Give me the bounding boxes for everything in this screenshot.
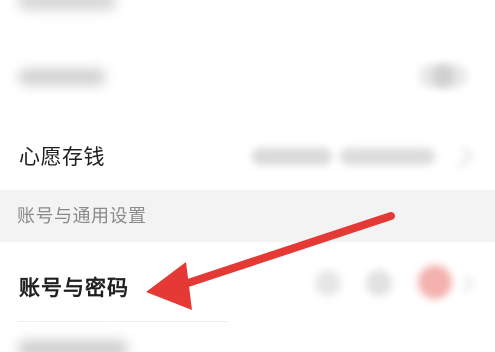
toggle-thumb [432,65,454,87]
blurred-badge-1 [315,270,341,296]
settings-item-blurred-toggle[interactable] [0,40,495,116]
section-header-account: 账号与通用设置 [0,190,495,242]
account-password-label: 账号与密码 [19,276,129,300]
settings-item-wish-saving[interactable]: 心愿存钱 [0,114,495,190]
wish-saving-value-2 [340,148,435,165]
chevron-right-icon [456,275,474,293]
blurred-top-row [0,0,495,20]
settings-screen: 心愿存钱 账号与通用设置 账号与密码 [0,0,495,352]
blurred-bottom-label [18,340,128,352]
settings-item-account-password[interactable]: 账号与密码 [0,242,495,322]
blurred-badge-2 [366,270,392,296]
chevron-right-icon [451,147,473,168]
account-section-header: 账号与通用设置 [17,206,147,227]
blurred-badge-3 [418,265,452,299]
wish-saving-value-1 [252,148,332,165]
wish-saving-label: 心愿存钱 [19,145,105,169]
blurred-top-row-label [18,0,116,10]
blurred-item-label [19,69,105,85]
settings-item-blurred-bottom[interactable] [0,322,495,352]
